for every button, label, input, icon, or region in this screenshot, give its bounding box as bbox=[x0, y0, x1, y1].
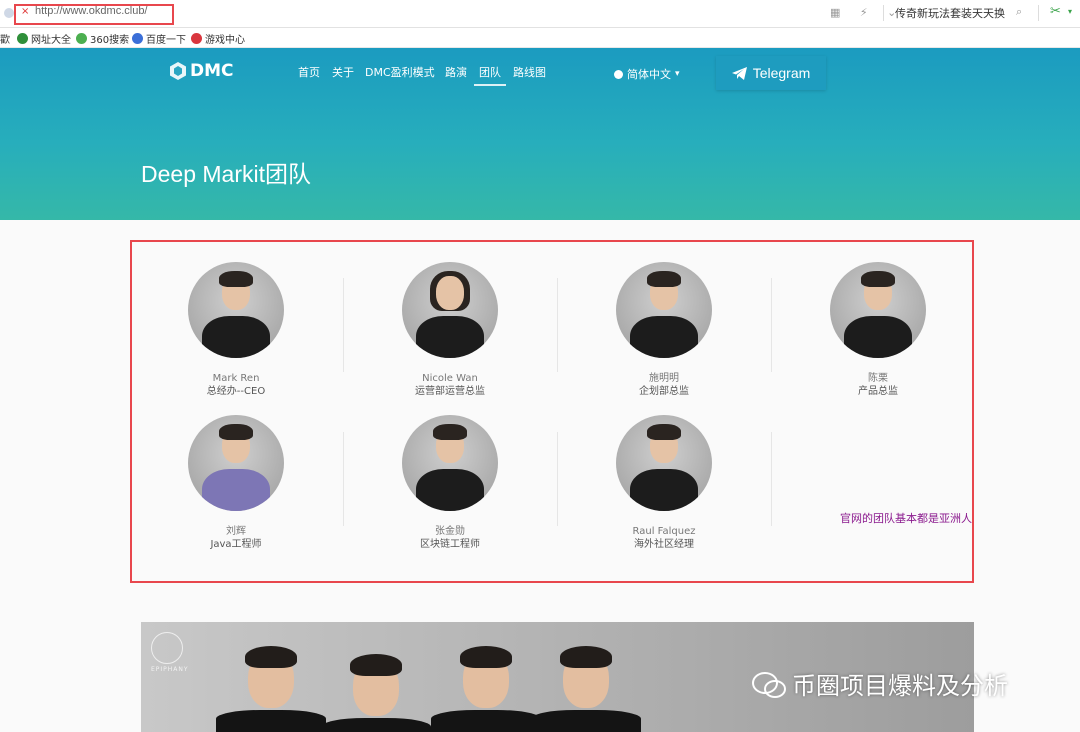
member-name: 刘辉 bbox=[226, 526, 246, 537]
member-role: 海外社区经理 bbox=[634, 539, 694, 550]
url-highlight-box bbox=[14, 4, 174, 25]
bookmark-label: 网址大全 bbox=[31, 35, 71, 46]
photo-person bbox=[216, 646, 326, 732]
toolbar-icons[interactable]: ▦ ⚡ ⌄ bbox=[830, 6, 904, 19]
avatar bbox=[616, 415, 712, 511]
banner-brand: EPIPHANY bbox=[151, 666, 189, 673]
bookmark-item[interactable]: 游戏中心 bbox=[191, 31, 245, 46]
watermark-text: 币圈项目爆料及分析 bbox=[792, 672, 1008, 700]
photo-person bbox=[321, 654, 431, 732]
bookmark-label: 百度一下 bbox=[146, 35, 186, 46]
member-name: 张金勋 bbox=[435, 526, 465, 537]
bookmark-label: 360搜索 bbox=[90, 35, 130, 46]
member-role: Java工程师 bbox=[210, 539, 262, 550]
team-member-card: Mark Ren 总经办--CEO bbox=[129, 262, 343, 399]
team-member-card: 张金勋 区块链工程师 bbox=[343, 415, 557, 552]
toolbar-divider bbox=[1038, 5, 1039, 21]
bookmark-item[interactable]: 百度一下 bbox=[132, 31, 186, 46]
hot-search-suggestion[interactable]: 传奇新玩法套装天天换 bbox=[895, 5, 1005, 21]
wechat-icon bbox=[752, 670, 786, 698]
nav-item-roadmap[interactable]: 路线图 bbox=[513, 64, 546, 80]
telegram-button[interactable]: Telegram bbox=[716, 56, 826, 90]
avatar bbox=[402, 415, 498, 511]
bookmark-item[interactable]: 歡 bbox=[0, 31, 10, 46]
team-member-card: Nicole Wan 运营部运营总监 bbox=[343, 262, 557, 399]
member-role: 产品总监 bbox=[858, 386, 898, 397]
nav-item-team[interactable]: 团队 bbox=[479, 64, 501, 80]
photo-person bbox=[431, 646, 541, 732]
nav-item-profit-model[interactable]: DMC盈利模式 bbox=[365, 64, 435, 80]
360-icon bbox=[76, 33, 87, 44]
team-member-card: 刘辉 Java工程师 bbox=[129, 415, 343, 552]
chevron-down-icon: ▾ bbox=[675, 69, 680, 79]
nav-item-about[interactable]: 关于 bbox=[332, 64, 354, 80]
nav-item-roadshow[interactable]: 路演 bbox=[445, 64, 467, 80]
bookmark-item[interactable]: 网址大全 bbox=[17, 31, 71, 46]
annotation-note: 官网的团队基本都是亚洲人 bbox=[840, 512, 972, 525]
bookmark-label: 歡 bbox=[0, 35, 10, 46]
site-logo[interactable]: DMC bbox=[170, 61, 234, 81]
member-name: 施明明 bbox=[649, 373, 679, 384]
member-role: 区块链工程师 bbox=[420, 539, 480, 550]
avatar bbox=[188, 415, 284, 511]
language-label: 简体中文 bbox=[627, 68, 671, 81]
member-name: Nicole Wan bbox=[422, 373, 478, 384]
member-name: Raul Falquez bbox=[632, 526, 696, 537]
photo-person bbox=[531, 646, 641, 732]
avatar bbox=[830, 262, 926, 358]
nav-icon bbox=[17, 33, 28, 44]
language-selector[interactable]: 简体中文 ▾ bbox=[614, 66, 680, 82]
avatar bbox=[188, 262, 284, 358]
avatar bbox=[616, 262, 712, 358]
member-role: 企划部总监 bbox=[639, 386, 689, 397]
logo-text: DMC bbox=[190, 61, 234, 81]
telegram-icon bbox=[731, 66, 747, 80]
member-name: 陈栗 bbox=[868, 373, 888, 384]
team-member-card: 陈栗 产品总监 bbox=[771, 262, 985, 399]
bookmark-item[interactable]: 360搜索 bbox=[76, 31, 129, 46]
epiphany-logo-icon bbox=[151, 632, 183, 664]
bookmark-label: 游戏中心 bbox=[205, 35, 245, 46]
avatar bbox=[402, 262, 498, 358]
member-role: 运营部运营总监 bbox=[415, 386, 485, 397]
page-title: Deep Markit团队 bbox=[141, 161, 311, 187]
team-member-card: Raul Falquez 海外社区经理 bbox=[557, 415, 771, 552]
search-icon[interactable]: ⌕ bbox=[1016, 5, 1022, 19]
bookmarks-bar: 歡 网址大全 360搜索 百度一下 游戏中心 bbox=[0, 28, 1080, 48]
active-nav-indicator bbox=[474, 84, 506, 86]
telegram-label: Telegram bbox=[752, 65, 811, 81]
wechat-watermark: 币圈项目爆料及分析 bbox=[752, 666, 1008, 701]
member-role: 总经办--CEO bbox=[206, 386, 266, 397]
game-icon bbox=[191, 33, 202, 44]
baidu-icon bbox=[132, 33, 143, 44]
toolbar-divider bbox=[883, 5, 884, 21]
member-name: Mark Ren bbox=[212, 373, 260, 384]
globe-icon bbox=[614, 69, 623, 79]
nav-item-home[interactable]: 首页 bbox=[298, 64, 320, 80]
dmc-logo-icon bbox=[170, 62, 186, 80]
scissors-icon[interactable]: ✂ bbox=[1050, 4, 1061, 19]
page-favicon-icon bbox=[4, 8, 14, 18]
chevron-down-icon[interactable]: ▾ bbox=[1068, 7, 1072, 16]
column-divider bbox=[771, 432, 772, 526]
team-member-card: 施明明 企划部总监 bbox=[557, 262, 771, 399]
